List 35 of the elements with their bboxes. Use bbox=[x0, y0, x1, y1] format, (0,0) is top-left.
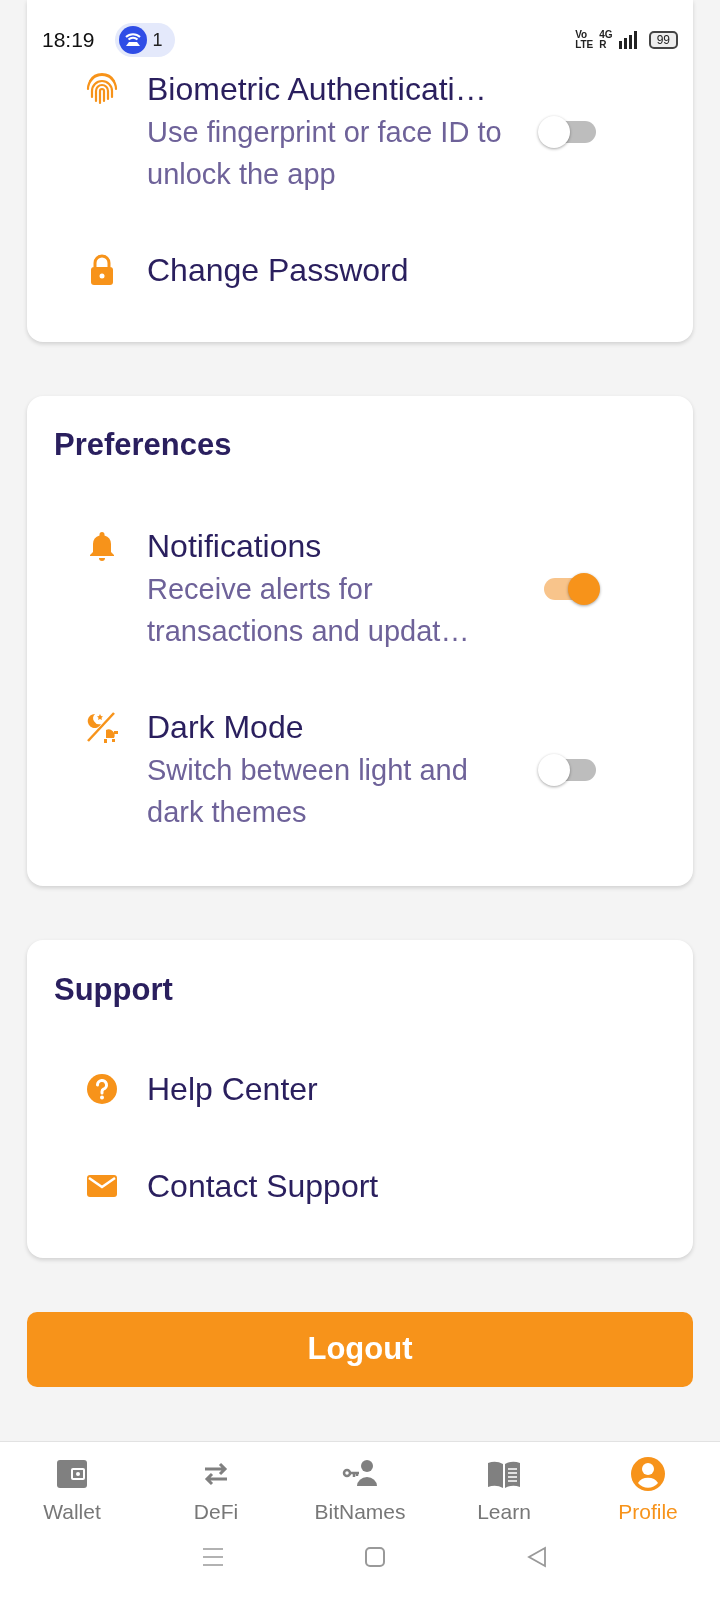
notification-count: 1 bbox=[152, 28, 163, 52]
hotspot-icon bbox=[118, 26, 147, 54]
profile-icon bbox=[629, 1455, 667, 1493]
nav-tab[interactable]: Wallet bbox=[0, 1455, 144, 1526]
section-heading: Support bbox=[54, 971, 174, 1009]
settings-row[interactable]: Help Center bbox=[54, 1069, 623, 1109]
setting-title: Help Center bbox=[147, 1070, 318, 1109]
setting-description: Receive alerts for transactions and updat… bbox=[147, 572, 471, 649]
volte-label: Vo bbox=[575, 30, 589, 40]
home-square-icon bbox=[364, 1546, 386, 1568]
nav-tab[interactable]: BitNames bbox=[288, 1455, 432, 1526]
network-label: 4G bbox=[599, 30, 613, 40]
setting-title: Notifications bbox=[147, 527, 322, 566]
battery-indicator: 99 bbox=[648, 31, 678, 49]
menu-icon bbox=[202, 1546, 224, 1568]
back-icon bbox=[526, 1546, 548, 1568]
nav-tab[interactable]: Learn bbox=[432, 1455, 576, 1526]
volte-label: LTE bbox=[575, 40, 594, 50]
nav-tab[interactable]: DeFi bbox=[144, 1455, 288, 1526]
settings-row[interactable]: Contact Support bbox=[54, 1166, 623, 1206]
setting-title: Dark Mode bbox=[147, 708, 304, 747]
network-label: R bbox=[599, 40, 608, 50]
fingerprint-icon bbox=[84, 71, 120, 107]
setting-title: Contact Support bbox=[147, 1167, 379, 1206]
setting-title: Change Password bbox=[147, 251, 409, 290]
setting-description: Use fingerprint or face ID to unlock the app bbox=[147, 115, 503, 192]
signal-icon bbox=[618, 31, 639, 49]
help-icon bbox=[84, 1071, 120, 1107]
section-heading: Preferences bbox=[54, 426, 233, 464]
clock-time: 18:19 bbox=[42, 27, 95, 54]
setting-description: Switch between light and dark themes bbox=[147, 753, 469, 830]
settings-row[interactable]: Change Password bbox=[84, 250, 623, 290]
setting-title: Biometric Authenticati… bbox=[147, 70, 487, 109]
logout-button[interactable]: Logout bbox=[27, 1312, 693, 1387]
nav-tab[interactable]: Profile bbox=[576, 1455, 720, 1526]
